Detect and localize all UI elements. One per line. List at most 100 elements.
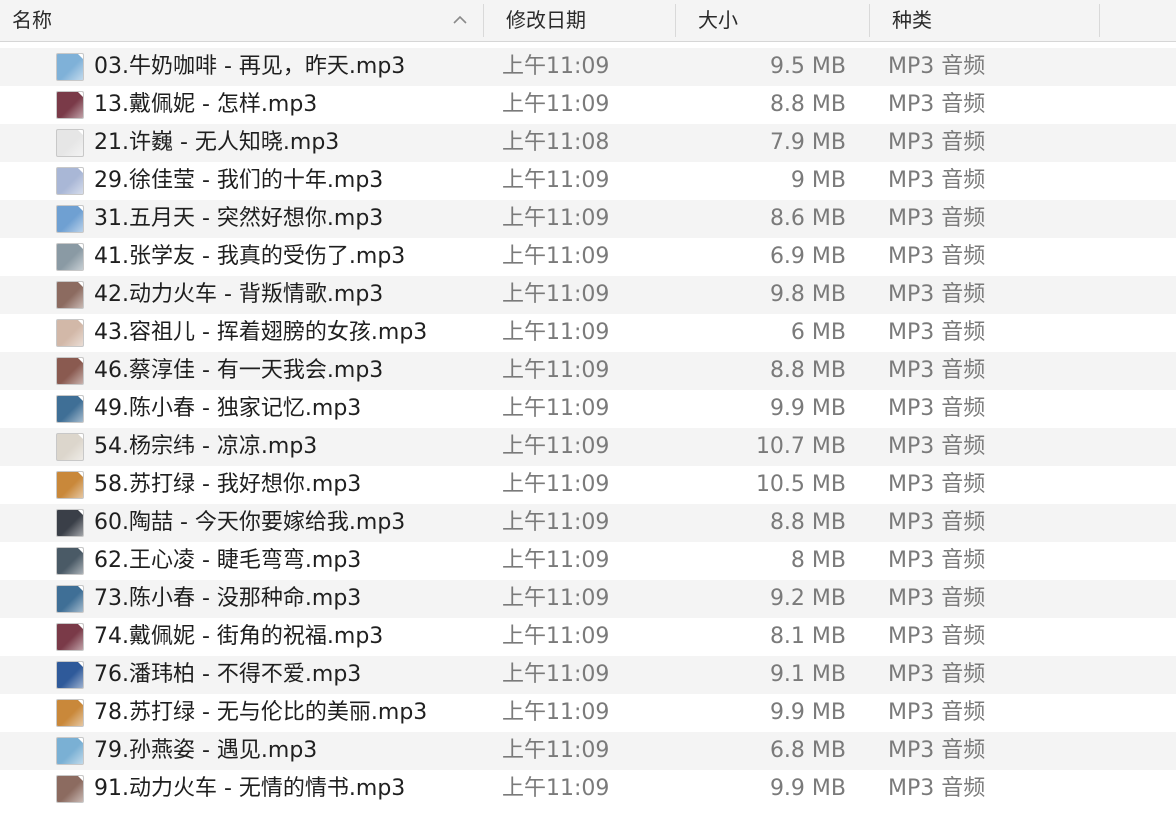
file-kind: MP3 音频 [888, 434, 986, 459]
album-art-icon [56, 661, 84, 689]
file-date: 上午11:09 [502, 282, 610, 307]
file-name: 03.牛奶咖啡 - 再见，昨天.mp3 [94, 54, 406, 79]
file-kind: MP3 音频 [888, 244, 986, 269]
file-row[interactable]: 13.戴佩妮 - 怎样.mp3 上午11:09 8.8 MB MP3 音频 [0, 86, 1176, 124]
file-row[interactable]: 60.陶喆 - 今天你要嫁给我.mp3 上午11:09 8.8 MB MP3 音频 [0, 504, 1176, 542]
file-row[interactable]: 42.动力火车 - 背叛情歌.mp3 上午11:09 9.8 MB MP3 音频 [0, 276, 1176, 314]
file-row[interactable]: 76.潘玮柏 - 不得不爱.mp3 上午11:09 9.1 MB MP3 音频 [0, 656, 1176, 694]
file-row[interactable]: 91.动力火车 - 无情的情书.mp3 上午11:09 9.9 MB MP3 音频 [0, 770, 1176, 808]
file-name: 46.蔡淳佳 - 有一天我会.mp3 [94, 358, 384, 383]
album-art-icon [56, 433, 84, 461]
file-name: 54.杨宗纬 - 凉凉.mp3 [94, 434, 318, 459]
file-row[interactable]: 54.杨宗纬 - 凉凉.mp3 上午11:09 10.7 MB MP3 音频 [0, 428, 1176, 466]
column-header-date-label: 修改日期 [506, 8, 586, 32]
file-name: 31.五月天 - 突然好想你.mp3 [94, 206, 384, 231]
column-divider[interactable] [1099, 4, 1100, 37]
file-date: 上午11:09 [502, 358, 610, 383]
file-row[interactable]: 21.许巍 - 无人知晓.mp3 上午11:08 7.9 MB MP3 音频 [0, 124, 1176, 162]
file-kind: MP3 音频 [888, 662, 986, 687]
file-date: 上午11:09 [502, 206, 610, 231]
file-row[interactable]: 03.牛奶咖啡 - 再见，昨天.mp3 上午11:09 9.5 MB MP3 音频 [0, 48, 1176, 86]
file-kind: MP3 音频 [888, 92, 986, 117]
file-row[interactable]: 62.王心凌 - 睫毛弯弯.mp3 上午11:09 8 MB MP3 音频 [0, 542, 1176, 580]
file-row[interactable]: 29.徐佳莹 - 我们的十年.mp3 上午11:09 9 MB MP3 音频 [0, 162, 1176, 200]
file-date: 上午11:09 [502, 548, 610, 573]
file-size: 6 MB [790, 320, 846, 345]
file-kind: MP3 音频 [888, 624, 986, 649]
file-date: 上午11:09 [502, 776, 610, 801]
file-row[interactable]: 49.陈小春 - 独家记忆.mp3 上午11:09 9.9 MB MP3 音频 [0, 390, 1176, 428]
file-size: 8.8 MB [769, 92, 846, 117]
file-kind: MP3 音频 [888, 358, 986, 383]
album-art-icon [56, 623, 84, 651]
album-art-icon [56, 737, 84, 765]
album-art-icon [56, 547, 84, 575]
file-row[interactable]: 41.张学友 - 我真的受伤了.mp3 上午11:09 6.9 MB MP3 音频 [0, 238, 1176, 276]
column-header-name[interactable]: 名称 [0, 0, 484, 41]
file-date: 上午11:09 [502, 244, 610, 269]
file-date: 上午11:09 [502, 586, 610, 611]
file-row[interactable]: 58.苏打绿 - 我好想你.mp3 上午11:09 10.5 MB MP3 音频 [0, 466, 1176, 504]
album-art-icon [56, 205, 84, 233]
file-kind: MP3 音频 [888, 738, 986, 763]
file-size: 9.1 MB [769, 662, 846, 687]
file-row[interactable]: 79.孙燕姿 - 遇见.mp3 上午11:09 6.8 MB MP3 音频 [0, 732, 1176, 770]
file-date: 上午11:09 [502, 92, 610, 117]
file-row[interactable]: 74.戴佩妮 - 街角的祝福.mp3 上午11:09 8.1 MB MP3 音频 [0, 618, 1176, 656]
file-size: 8.8 MB [769, 358, 846, 383]
file-name: 60.陶喆 - 今天你要嫁给我.mp3 [94, 510, 406, 535]
file-name: 41.张学友 - 我真的受伤了.mp3 [94, 244, 406, 269]
file-date: 上午11:09 [502, 434, 610, 459]
sort-ascending-icon[interactable] [452, 0, 468, 41]
file-name: 79.孙燕姿 - 遇见.mp3 [94, 738, 318, 763]
file-size: 6.9 MB [769, 244, 846, 269]
file-kind: MP3 音频 [888, 586, 986, 611]
file-kind: MP3 音频 [888, 472, 986, 497]
file-name: 43.容祖儿 - 挥着翅膀的女孩.mp3 [94, 320, 428, 345]
file-size: 8 MB [790, 548, 846, 573]
file-list: 03.牛奶咖啡 - 再见，昨天.mp3 上午11:09 9.5 MB MP3 音频 13… [0, 48, 1176, 808]
file-kind: MP3 音频 [888, 282, 986, 307]
file-kind: MP3 音频 [888, 320, 986, 345]
column-header-size[interactable]: 大小 [676, 0, 870, 41]
file-kind: MP3 音频 [888, 700, 986, 725]
album-art-icon [56, 319, 84, 347]
album-art-icon [56, 243, 84, 271]
file-row[interactable]: 46.蔡淳佳 - 有一天我会.mp3 上午11:09 8.8 MB MP3 音频 [0, 352, 1176, 390]
file-size: 9 MB [790, 168, 846, 193]
file-date: 上午11:09 [502, 738, 610, 763]
file-name: 42.动力火车 - 背叛情歌.mp3 [94, 282, 384, 307]
file-row[interactable]: 31.五月天 - 突然好想你.mp3 上午11:09 8.6 MB MP3 音频 [0, 200, 1176, 238]
album-art-icon [56, 585, 84, 613]
album-art-icon [56, 357, 84, 385]
file-date: 上午11:09 [502, 396, 610, 421]
file-name: 62.王心凌 - 睫毛弯弯.mp3 [94, 548, 362, 573]
column-header-kind[interactable]: 种类 [870, 0, 1100, 41]
finder-list-view: 名称 修改日期 大小 种类 03.牛奶咖啡 - 再见，昨天.mp3 上午11:09… [0, 0, 1176, 820]
file-name: 73.陈小春 - 没那种命.mp3 [94, 586, 362, 611]
file-name: 78.苏打绿 - 无与伦比的美丽.mp3 [94, 700, 428, 725]
file-size: 7.9 MB [769, 130, 846, 155]
album-art-icon [56, 167, 84, 195]
file-date: 上午11:09 [502, 510, 610, 535]
file-size: 9.9 MB [769, 776, 846, 801]
file-kind: MP3 音频 [888, 548, 986, 573]
file-row[interactable]: 78.苏打绿 - 无与伦比的美丽.mp3 上午11:09 9.9 MB MP3 音频 [0, 694, 1176, 732]
file-size: 9.9 MB [769, 700, 846, 725]
file-size: 6.8 MB [769, 738, 846, 763]
file-size: 8.6 MB [769, 206, 846, 231]
album-art-icon [56, 509, 84, 537]
file-date: 上午11:08 [502, 130, 610, 155]
file-row[interactable]: 73.陈小春 - 没那种命.mp3 上午11:09 9.2 MB MP3 音频 [0, 580, 1176, 618]
file-name: 76.潘玮柏 - 不得不爱.mp3 [94, 662, 362, 687]
album-art-icon [56, 53, 84, 81]
album-art-icon [56, 91, 84, 119]
column-header-kind-label: 种类 [892, 8, 932, 32]
file-size: 10.7 MB [755, 434, 846, 459]
file-kind: MP3 音频 [888, 206, 986, 231]
column-header-date[interactable]: 修改日期 [484, 0, 676, 41]
file-name: 91.动力火车 - 无情的情书.mp3 [94, 776, 406, 801]
file-size: 9.9 MB [769, 396, 846, 421]
file-row[interactable]: 43.容祖儿 - 挥着翅膀的女孩.mp3 上午11:09 6 MB MP3 音频 [0, 314, 1176, 352]
file-size: 10.5 MB [755, 472, 846, 497]
